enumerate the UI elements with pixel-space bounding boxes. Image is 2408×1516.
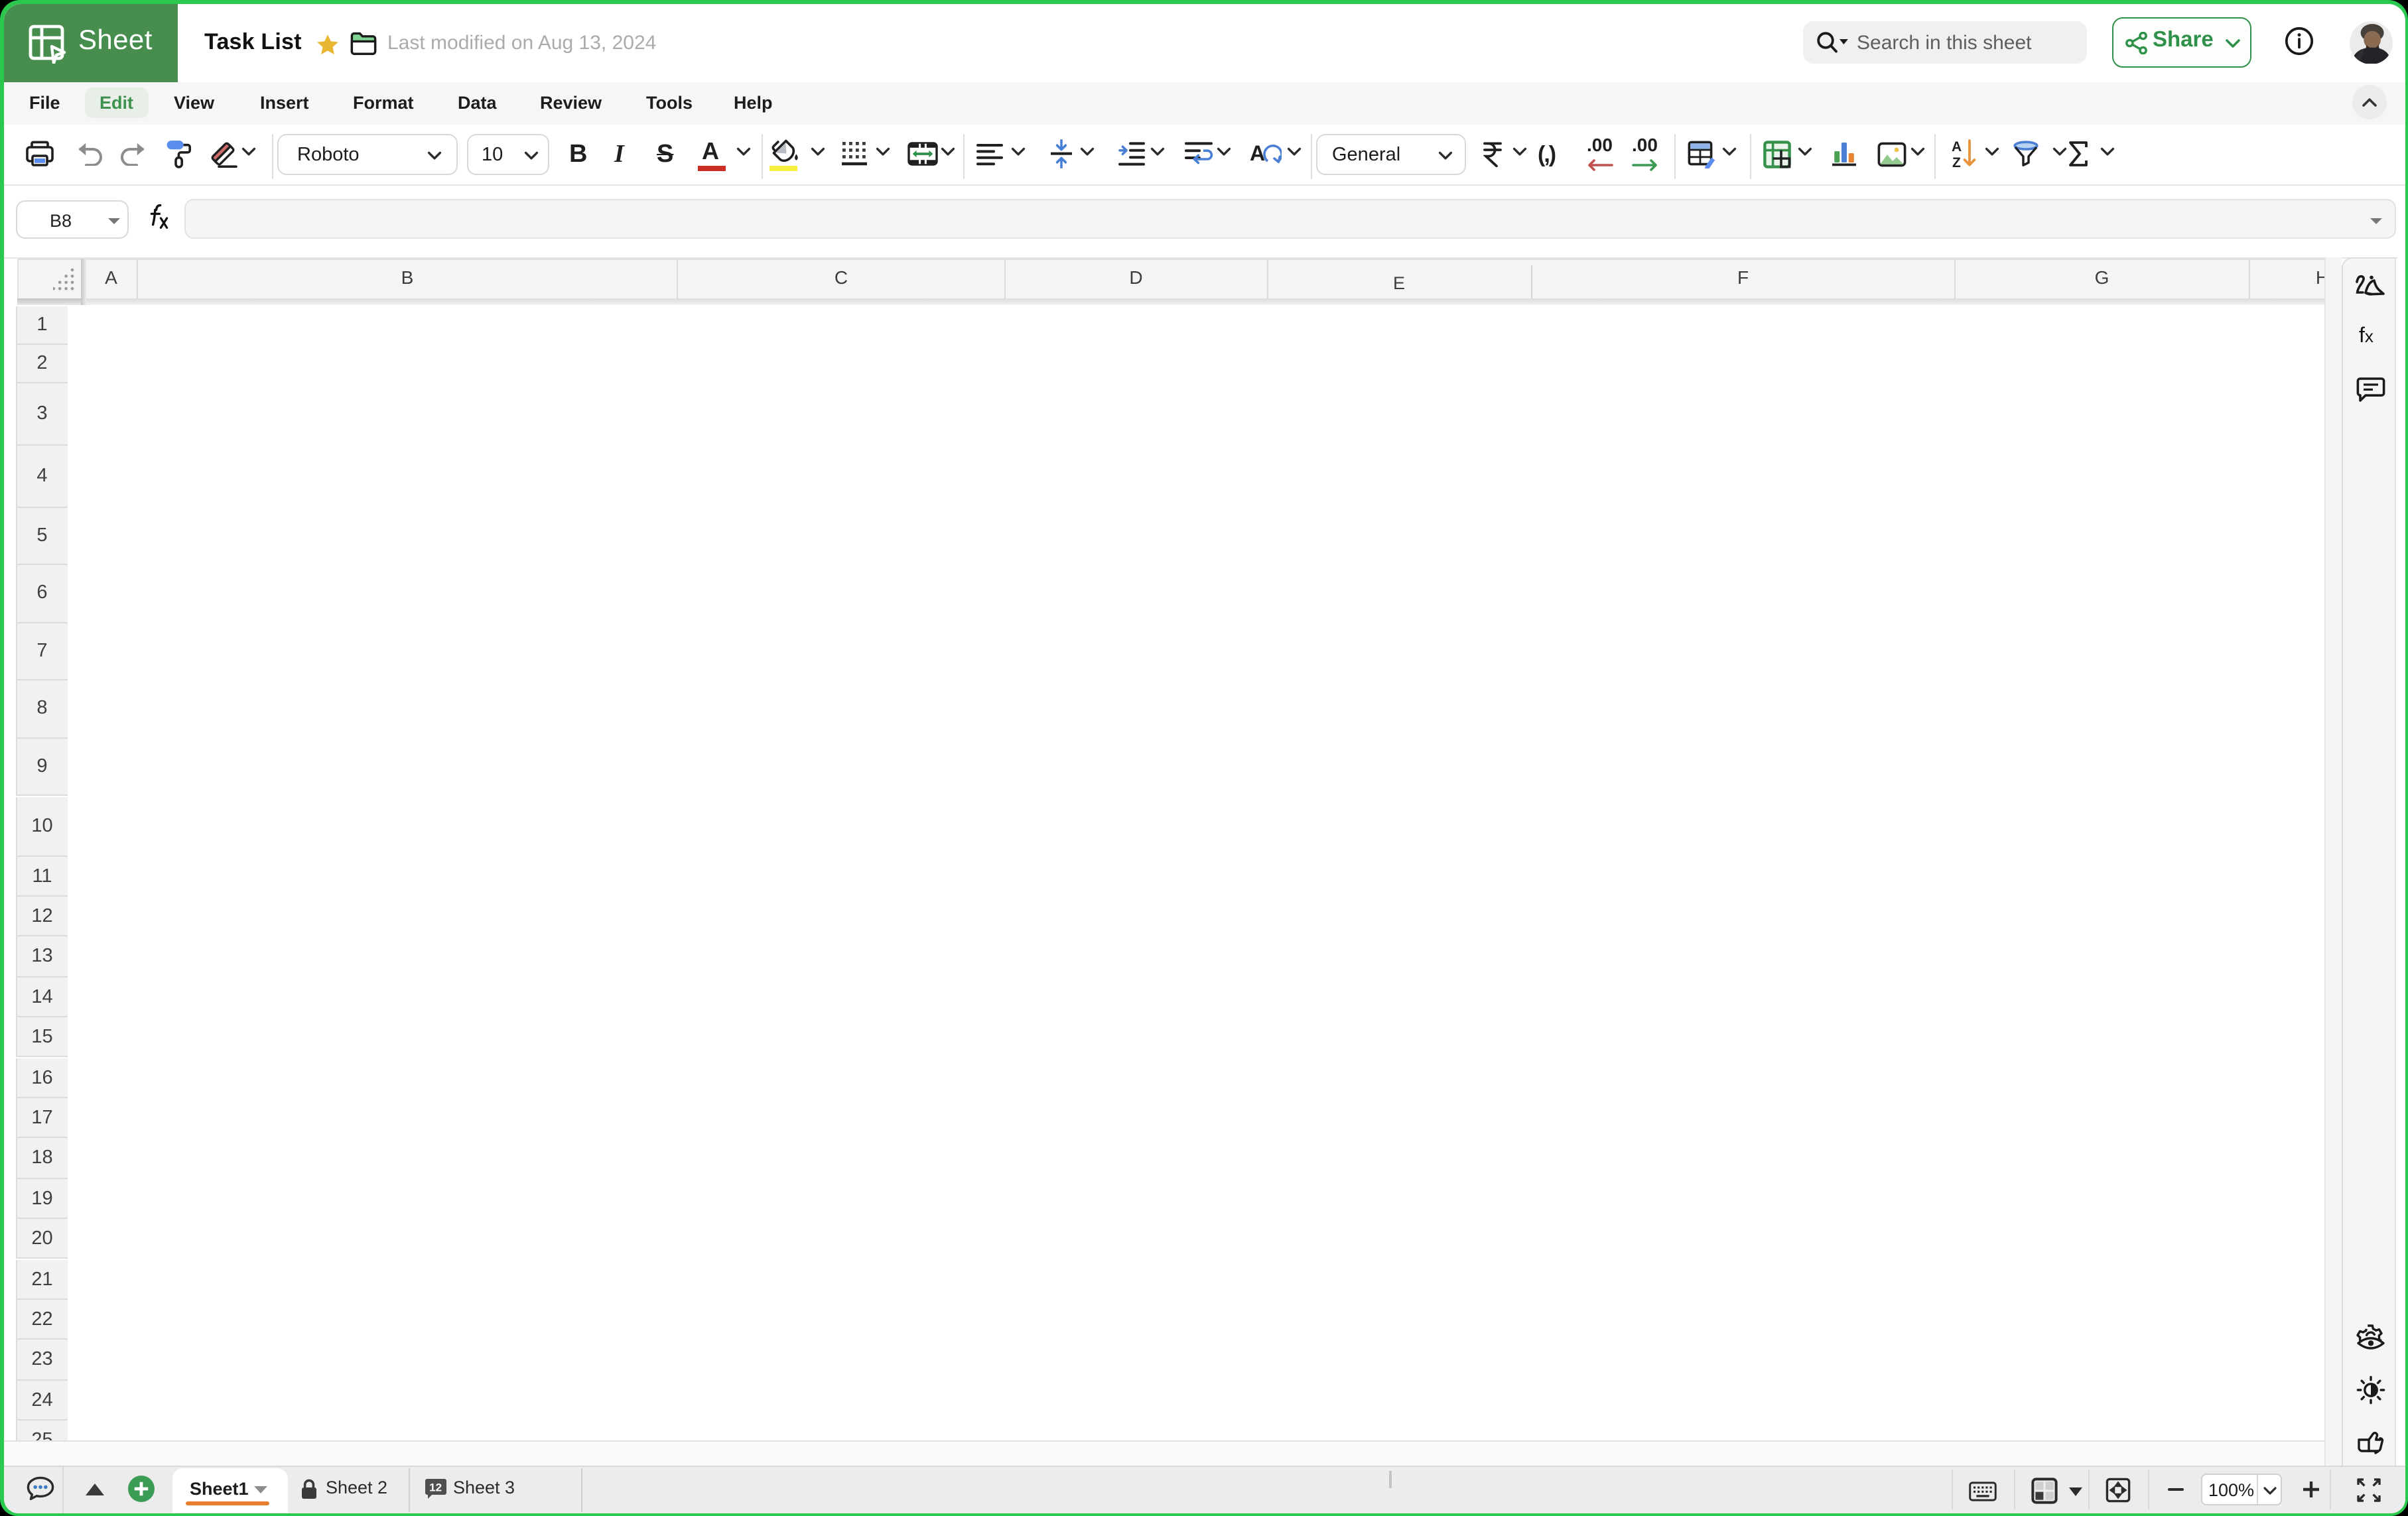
svg-text:A: A: [1952, 139, 1962, 155]
svg-text:Z: Z: [1952, 155, 1961, 168]
svg-text:A: A: [1250, 141, 1265, 165]
svg-text:12: 12: [429, 1482, 442, 1494]
